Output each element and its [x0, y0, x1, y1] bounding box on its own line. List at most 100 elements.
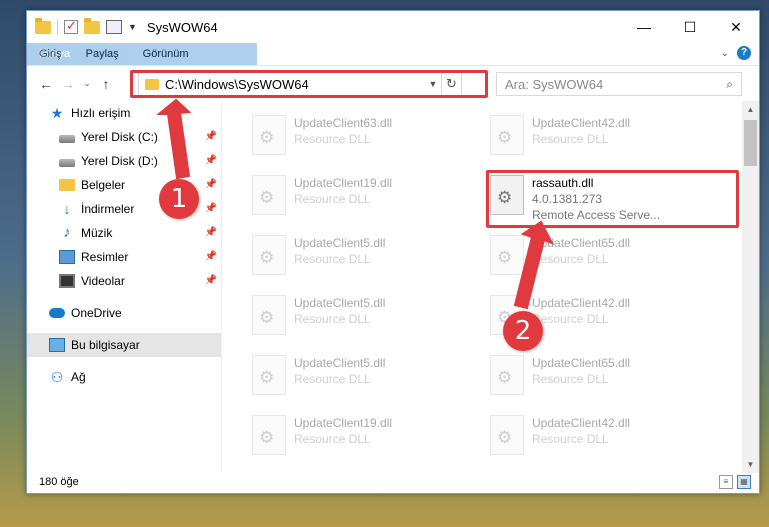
- sidebar-item-label: Ağ: [71, 370, 86, 384]
- dll-file-icon: [252, 115, 286, 155]
- callout-step-2: 2: [503, 311, 543, 351]
- file-name: UpdateClient65.dll: [532, 356, 631, 370]
- file-description: Resource DLL: [294, 252, 371, 266]
- file-description: Resource DLL: [532, 432, 609, 446]
- tab-file[interactable]: Dosya: [27, 43, 257, 65]
- sidebar-item-music[interactable]: ♪ Müzik 📌: [27, 221, 221, 245]
- search-icon[interactable]: ⌕: [726, 77, 733, 92]
- address-dropdown-icon[interactable]: ▼: [425, 79, 441, 89]
- navigation-bar: ← → ⌄ ↑ C:\Windows\SysWOW64 ▼ ↻ Ara: Sys…: [27, 65, 759, 101]
- pictures-icon: [59, 250, 75, 264]
- pin-icon[interactable]: 📌: [205, 179, 217, 190]
- dll-file-icon: [490, 235, 524, 275]
- callout-step-1: 1: [159, 179, 199, 219]
- folder-icon: [145, 78, 159, 90]
- refresh-button[interactable]: ↻: [441, 73, 461, 95]
- file-list: UpdateClient63.dll Resource DLL UpdateCli…: [222, 101, 740, 473]
- sidebar-item-label: Hızlı erişim: [71, 106, 131, 120]
- file-item[interactable]: UpdateClient5.dll Resource DLL: [246, 231, 476, 283]
- file-item[interactable]: UpdateClient19.dll Resource DLL: [246, 171, 476, 223]
- file-description: Resource DLL: [294, 192, 371, 206]
- forward-button[interactable]: →: [57, 76, 79, 92]
- file-name: UpdateClient63.dll: [294, 116, 393, 130]
- sidebar-item-label: Videolar: [81, 274, 125, 288]
- file-description: Resource DLL: [294, 372, 371, 386]
- file-description: Resource DLL: [294, 132, 371, 146]
- sidebar-item-videos[interactable]: Videolar 📌: [27, 269, 221, 293]
- new-folder-icon[interactable]: [84, 17, 100, 34]
- dll-file-icon: [490, 355, 524, 395]
- maximize-button[interactable]: ☐: [667, 11, 713, 43]
- sidebar-item-quick-access[interactable]: ★ Hızlı erişim: [27, 101, 221, 125]
- file-name: UpdateClient42.dll: [532, 296, 631, 310]
- file-item[interactable]: UpdateClient42.dll Resource DLL: [484, 111, 714, 163]
- file-name: UpdateClient42.dll: [532, 116, 631, 130]
- pin-icon[interactable]: 📌: [205, 203, 217, 214]
- large-icons-view-icon[interactable]: ▦: [737, 475, 751, 489]
- file-description: Resource DLL: [294, 312, 371, 326]
- up-button[interactable]: ↑: [95, 76, 117, 92]
- file-description: Resource DLL: [294, 432, 371, 446]
- details-view-icon[interactable]: ≡: [719, 475, 733, 489]
- sidebar-item-this-pc[interactable]: Bu bilgisayar: [27, 333, 221, 357]
- quick-access-toolbar: ▼: [27, 17, 137, 35]
- dll-file-icon: [252, 295, 286, 335]
- sidebar-item-pictures[interactable]: Resimler 📌: [27, 245, 221, 269]
- file-description: Remote Access Serve...: [532, 208, 661, 222]
- scroll-up-icon[interactable]: ▲: [742, 101, 759, 118]
- file-item-rassauth[interactable]: rassauth.dll 4.0.1381.273 Remote Access …: [484, 171, 714, 223]
- vertical-scrollbar[interactable]: ▲ ▼: [742, 101, 759, 473]
- sidebar-item-local-disk-c[interactable]: Yerel Disk (C:) 📌: [27, 125, 221, 149]
- search-placeholder: Ara: SysWOW64: [505, 76, 604, 92]
- sidebar-item-label: OneDrive: [71, 306, 122, 320]
- view-switcher: ≡ ▦: [719, 475, 751, 489]
- file-item[interactable]: UpdateClient63.dll Resource DLL: [246, 111, 476, 163]
- chevron-down-icon[interactable]: ⌄: [721, 48, 729, 59]
- file-item[interactable]: UpdateClient19.dll Resource DLL: [246, 411, 476, 463]
- sidebar-item-label: Müzik: [81, 226, 113, 240]
- dll-file-icon: [490, 415, 524, 455]
- file-name: UpdateClient19.dll: [294, 416, 393, 430]
- file-item[interactable]: UpdateClient5.dll Resource DLL: [246, 291, 476, 343]
- search-input[interactable]: Ara: SysWOW64 ⌕: [496, 72, 742, 96]
- file-description: Resource DLL: [532, 132, 609, 146]
- network-icon: ⚇: [50, 369, 64, 385]
- file-item[interactable]: UpdateClient65.dll Resource DLL: [484, 231, 714, 283]
- music-icon: ♪: [63, 224, 71, 241]
- help-icon[interactable]: ?: [737, 46, 751, 60]
- star-icon: ★: [50, 105, 64, 121]
- explorer-window: ▼ SysWOW64 — ☐ ✕ Dosya Giriş Paylaş Görü…: [26, 10, 760, 494]
- pin-icon[interactable]: 📌: [205, 155, 217, 166]
- address-path[interactable]: C:\Windows\SysWOW64: [165, 77, 425, 92]
- file-name: rassauth.dll: [532, 176, 594, 190]
- file-version: 4.0.1381.273: [532, 192, 603, 206]
- item-count: 180 öğe: [39, 476, 79, 488]
- file-item[interactable]: UpdateClient65.dll Resource DLL: [484, 351, 714, 403]
- file-name: UpdateClient5.dll: [294, 236, 386, 250]
- address-bar[interactable]: C:\Windows\SysWOW64 ▼ ↻: [138, 72, 462, 96]
- close-button[interactable]: ✕: [713, 11, 759, 43]
- sidebar-item-label: Yerel Disk (C:): [81, 130, 158, 144]
- customize-toolbar-icon[interactable]: [106, 20, 122, 34]
- window-title: SysWOW64: [146, 19, 218, 35]
- dll-file-icon: [252, 175, 286, 215]
- minimize-button[interactable]: —: [621, 11, 667, 43]
- pin-icon[interactable]: 📌: [205, 275, 217, 286]
- dll-file-icon: [490, 115, 524, 155]
- sidebar-item-local-disk-d[interactable]: Yerel Disk (D:) 📌: [27, 149, 221, 173]
- toolbar-dropdown-icon[interactable]: ▼: [128, 22, 137, 32]
- documents-icon: [59, 179, 75, 191]
- file-description: Resource DLL: [532, 312, 609, 326]
- sidebar-item-network[interactable]: ⚇ Ağ: [27, 365, 221, 389]
- back-button[interactable]: ←: [35, 76, 57, 92]
- properties-check-icon[interactable]: [64, 18, 78, 34]
- sidebar-item-label: Yerel Disk (D:): [81, 154, 158, 168]
- scrollbar-thumb[interactable]: [744, 120, 757, 166]
- pin-icon[interactable]: 📌: [205, 251, 217, 262]
- file-item[interactable]: UpdateClient42.dll Resource DLL: [484, 411, 714, 463]
- file-item[interactable]: UpdateClient5.dll Resource DLL: [246, 351, 476, 403]
- sidebar-item-onedrive[interactable]: OneDrive: [27, 301, 221, 325]
- recent-locations-button[interactable]: ⌄: [79, 78, 95, 89]
- pin-icon[interactable]: 📌: [205, 227, 217, 238]
- pin-icon[interactable]: 📌: [205, 131, 217, 142]
